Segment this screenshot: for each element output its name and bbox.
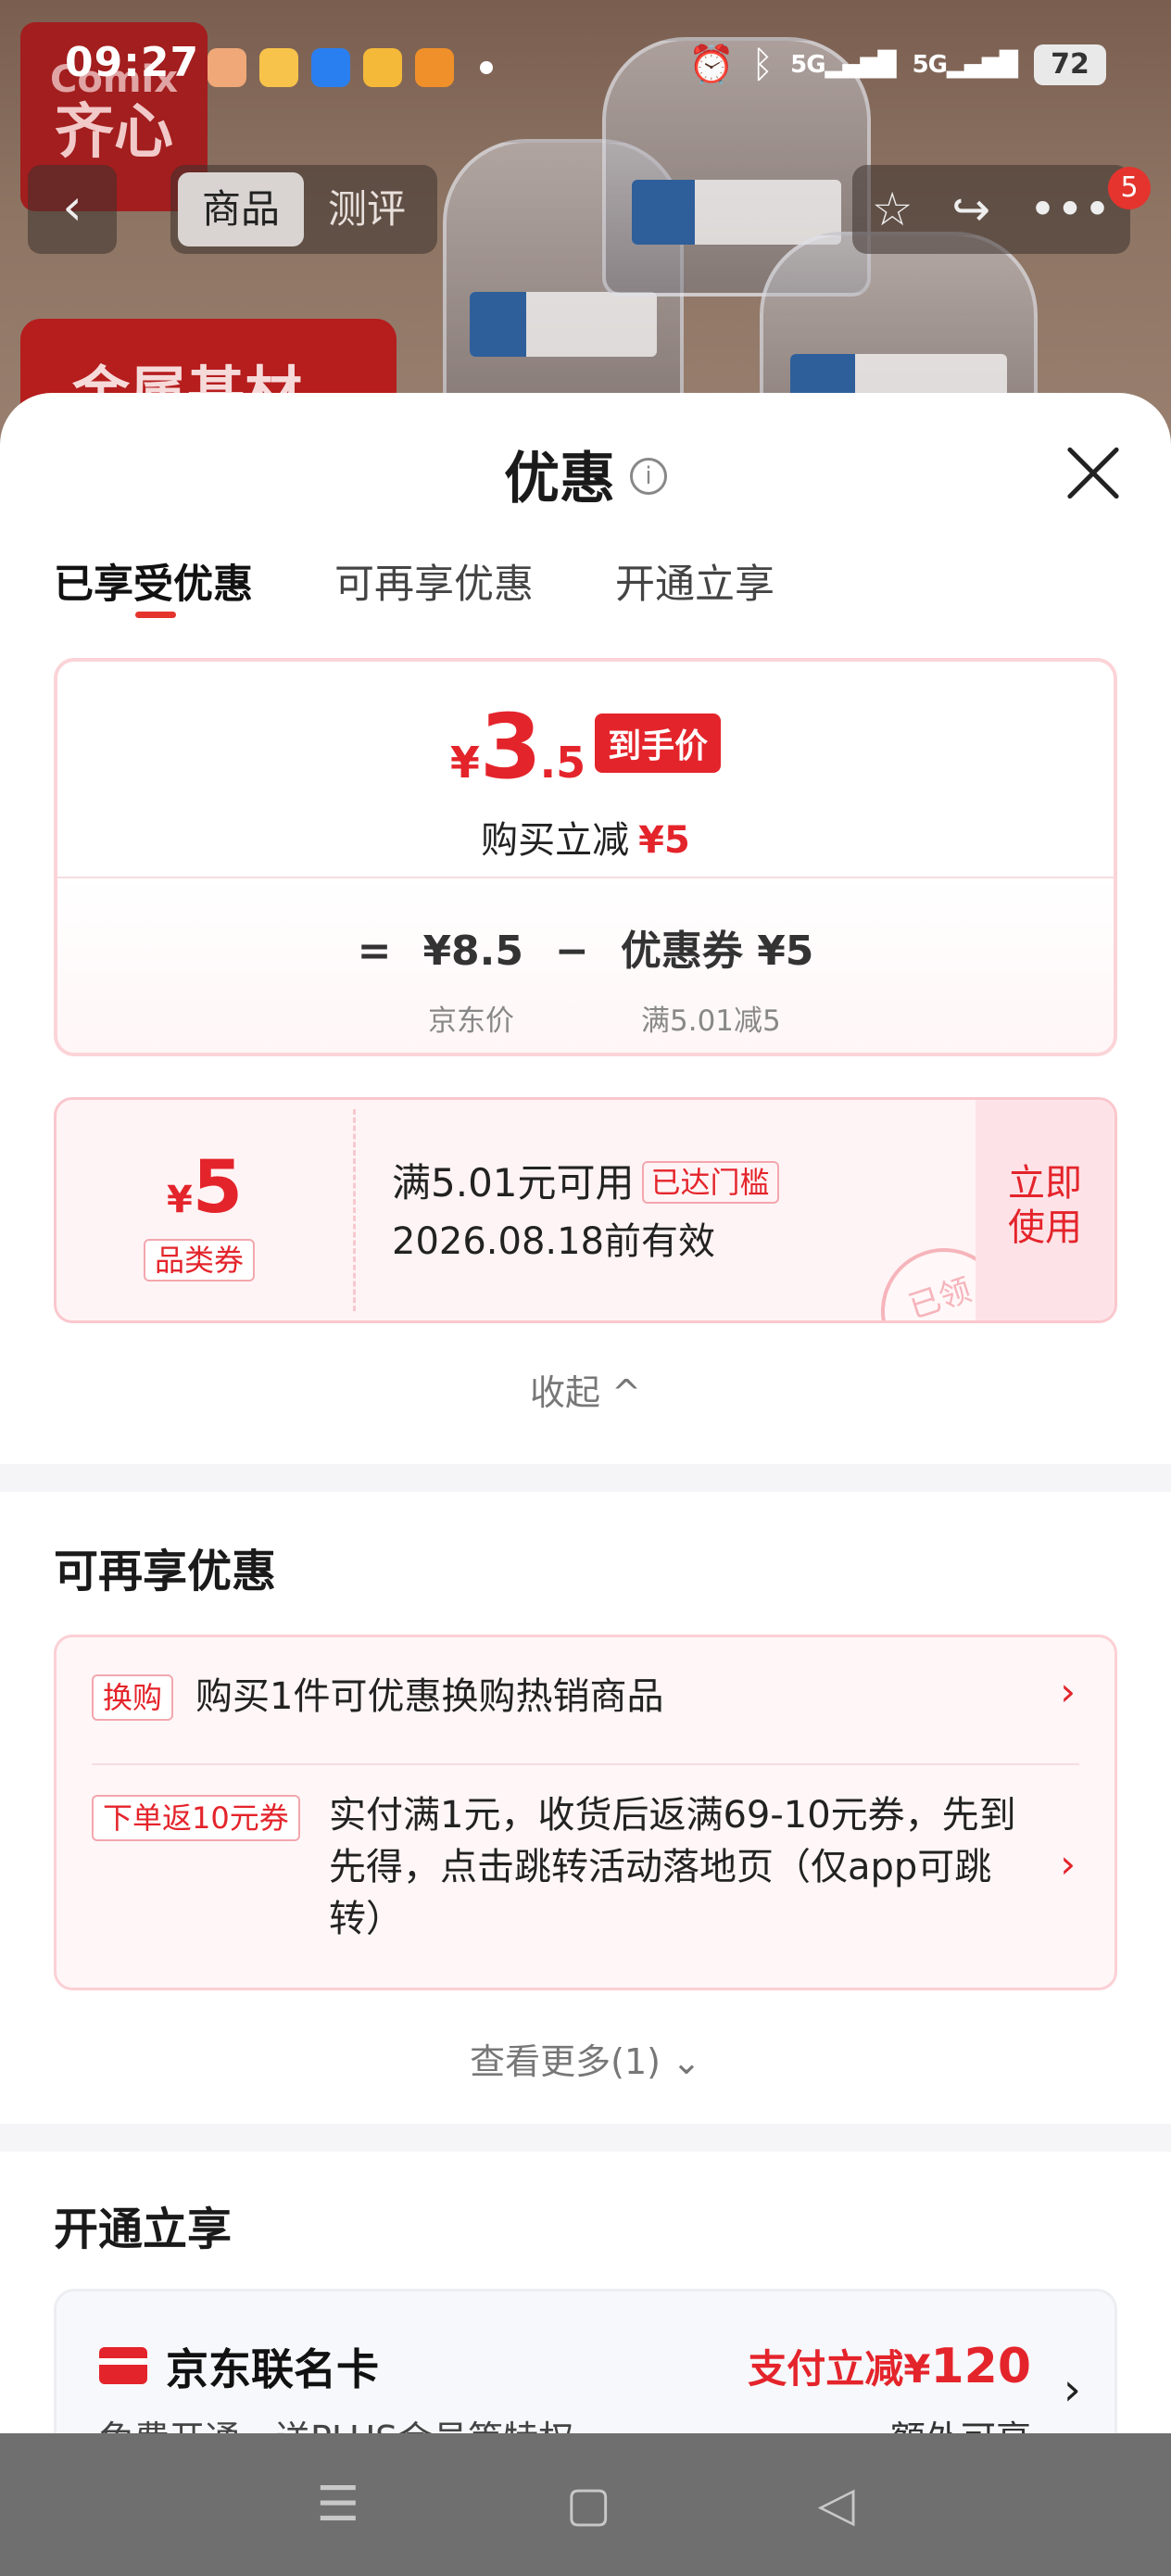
notification-badge: 5 bbox=[1108, 167, 1151, 209]
coupon-value: ¥5 bbox=[166, 1146, 244, 1230]
divider bbox=[92, 1763, 1079, 1765]
notification-app-icons bbox=[208, 48, 454, 87]
jd-cobrand-card-offer[interactable]: 京东联名卡 免费开通，送PLUS会员等特权 支付立减¥120 额外可享 › bbox=[54, 2289, 1117, 2433]
more-icon[interactable]: ••• bbox=[1029, 183, 1111, 236]
promo-list: 换购 购买1件可优惠换购热销商品 › 下单返10元券 实付满1元，收货后返满69… bbox=[54, 1635, 1117, 1990]
use-coupon-button[interactable]: 立即 使用 bbox=[976, 1100, 1114, 1320]
share-icon[interactable]: ↪ bbox=[951, 183, 990, 236]
info-icon[interactable]: i bbox=[630, 458, 667, 496]
section-title-reenjoy: 可再享优惠 bbox=[54, 1546, 277, 1597]
tab-review[interactable]: 测评 bbox=[304, 172, 430, 246]
divider bbox=[57, 877, 1114, 878]
battery-icon: 72 bbox=[1034, 44, 1106, 85]
price-decimal: .5 bbox=[539, 738, 586, 788]
system-icons: ⏰ ᛒ 5G▂▄▆█ 5G▂▄▆█ 72 bbox=[688, 43, 1106, 86]
promo-tag: 换购 bbox=[92, 1674, 174, 1721]
equals-sign: = bbox=[357, 928, 392, 975]
price-formula: = ¥8.5 − 优惠券 ¥5 bbox=[57, 917, 1114, 977]
instant-discount: 购买立减 ¥5 bbox=[481, 819, 690, 862]
promo-item-cashback[interactable]: 下单返10元券 实付满1元，收货后返满69-10元券，先到先得，点击跳转活动落地… bbox=[92, 1794, 1079, 1962]
promo-tag: 下单返10元券 bbox=[92, 1795, 300, 1841]
signal-icon: 5G▂▄▆█ bbox=[912, 50, 1018, 79]
chevron-right-icon: › bbox=[1060, 1669, 1076, 1714]
jd-price-label: 京东价 bbox=[428, 1004, 514, 1038]
credit-card-icon bbox=[99, 2347, 147, 2384]
coupon-card: ¥5 品类券 满5.01元可用 已达门槛 2026.08.18前有效 已领 立即 … bbox=[54, 1097, 1117, 1323]
more-notifications-dot bbox=[480, 61, 493, 74]
final-price-tag: 到手价 bbox=[595, 713, 722, 773]
tab-product[interactable]: 商品 bbox=[178, 172, 304, 246]
tab-more-discounts[interactable]: 可再享优惠 bbox=[334, 552, 534, 610]
minus-sign: − bbox=[555, 928, 589, 975]
coupon-discount-value: 优惠券 ¥5 bbox=[620, 928, 814, 975]
menu-icon[interactable]: ☰ bbox=[316, 2477, 359, 2532]
final-price-card: ¥3.5 到手价 购买立减 ¥5 = ¥8.5 − 优惠券 ¥5 京东价 满5.01… bbox=[54, 658, 1117, 1056]
coupon-expiry: 2026.08.18前有效 bbox=[392, 1220, 716, 1263]
promo-text: 实付满1元，收货后返满69-10元券，先到先得，点击跳转活动落地页（仅app可跳… bbox=[329, 1794, 1016, 1940]
chevron-left-icon: ‹ bbox=[62, 178, 82, 236]
jd-price-value: ¥8.5 bbox=[422, 928, 523, 975]
price-integer: 3 bbox=[479, 695, 542, 799]
instant-discount-amount: ¥5 bbox=[638, 819, 690, 862]
system-nav-bar: ☰ ▢ ◁ bbox=[0, 2433, 1171, 2576]
close-button[interactable] bbox=[1062, 445, 1117, 500]
threshold-reached-badge: 已达门槛 bbox=[641, 1161, 779, 1204]
tab-enjoyed[interactable]: 已享受优惠 bbox=[54, 552, 253, 618]
app-notification-icon bbox=[415, 48, 454, 87]
chevron-right-icon: › bbox=[1063, 2364, 1081, 2416]
alarm-icon: ⏰ bbox=[688, 44, 736, 86]
app-notification-icon bbox=[363, 48, 402, 87]
back-triangle-icon[interactable]: ◁ bbox=[818, 2477, 855, 2532]
coupon-type-badge: 品类券 bbox=[144, 1239, 256, 1282]
coupon-condition: 满5.01元可用 已达门槛 bbox=[392, 1152, 779, 1208]
signal-icon: 5G▂▄▆█ bbox=[790, 50, 896, 79]
card-subtitle: 免费开通，送PLUS会员等特权 bbox=[99, 2410, 573, 2433]
coupon-divider bbox=[353, 1109, 356, 1311]
tab-open-enjoy[interactable]: 开通立享 bbox=[615, 552, 774, 610]
promo-item-exchange[interactable]: 换购 购买1件可优惠换购热销商品 › bbox=[92, 1669, 1079, 1749]
discount-sheet: 优惠 i 已享受优惠 可再享优惠 开通立享 ¥3.5 到手价 购买立减 ¥5 = ¥8… bbox=[0, 393, 1171, 2433]
final-price: ¥3.5 到手价 bbox=[57, 695, 1114, 799]
bluetooth-icon: ᛒ bbox=[751, 43, 774, 86]
see-more-button[interactable]: 查看更多(1) ⌄ bbox=[0, 2033, 1171, 2084]
home-icon[interactable]: ▢ bbox=[566, 2477, 611, 2532]
product-nav-tabs: 商品 测评 bbox=[170, 165, 437, 254]
discount-tabs: 已享受优惠 可再享优惠 开通立享 bbox=[54, 552, 774, 618]
promo-text: 购买1件可优惠换购热销商品 bbox=[195, 1675, 664, 1718]
app-notification-icon bbox=[311, 48, 350, 87]
favorite-star-icon[interactable]: ☆ bbox=[872, 183, 913, 236]
section-gap bbox=[0, 2124, 1171, 2152]
section-title-open: 开通立享 bbox=[54, 2203, 233, 2255]
weibo-icon bbox=[259, 48, 298, 87]
coupon-value-block: ¥5 品类券 bbox=[57, 1100, 353, 1320]
sheet-title: 优惠 i bbox=[0, 434, 1171, 514]
card-benefit: 支付立减¥120 bbox=[748, 2339, 1031, 2394]
collapse-button[interactable]: 收起 ^ bbox=[0, 1364, 1171, 1415]
chevron-right-icon: › bbox=[1060, 1841, 1076, 1887]
status-bar: 09:27 ⏰ ᛒ 5G▂▄▆█ 5G▂▄▆█ 72 bbox=[0, 0, 1171, 139]
card-extra: 额外可享 bbox=[890, 2410, 1031, 2433]
card-name: 京东联名卡 bbox=[166, 2344, 379, 2394]
header-actions: ☆ ↪ ••• bbox=[852, 165, 1130, 254]
status-time: 09:27 bbox=[65, 39, 200, 86]
back-button[interactable]: ‹ bbox=[28, 165, 117, 254]
coupon-rule-label: 满5.01减5 bbox=[641, 1004, 781, 1038]
app-notification-icon bbox=[208, 48, 246, 87]
section-gap bbox=[0, 1464, 1171, 1492]
